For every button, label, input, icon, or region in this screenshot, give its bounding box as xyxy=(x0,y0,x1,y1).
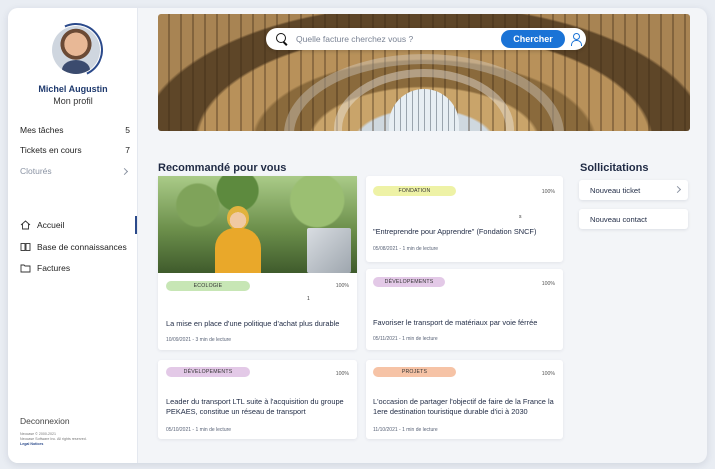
chevron-right-icon xyxy=(120,167,129,176)
card-marker: 1 xyxy=(307,296,310,302)
article-card[interactable]: DÉVELOPEMENTS 100% Favoriser le transpor… xyxy=(366,269,563,350)
folder-icon xyxy=(20,264,31,273)
nav-label: Base de connaissances xyxy=(37,242,127,252)
article-card[interactable]: DÉVELOPEMENTS 100% Leader du transport L… xyxy=(158,360,357,439)
article-card[interactable]: PROJETS 100% L'occasion de partager l'ob… xyxy=(366,360,563,439)
tag-badge: ECOLOGIE xyxy=(166,281,250,291)
chevron-right-icon xyxy=(673,185,682,194)
article-title: Favoriser le transport de matériaux par … xyxy=(373,318,538,327)
active-nav-indicator xyxy=(135,216,137,234)
legal-footer: Neocase © 2000-2021 Neocase Software Inc… xyxy=(20,432,87,447)
progress-percent: 100% xyxy=(541,371,555,377)
nav-label: Factures xyxy=(37,263,71,273)
article-meta: 11/10/2021 - 1 min de lecture xyxy=(373,427,438,433)
article-title: La mise en place d'une politique d'achat… xyxy=(166,319,340,328)
stat-my-tasks[interactable]: Mes tâches 5 xyxy=(20,125,130,135)
progress-percent: 100% xyxy=(541,189,555,195)
search-input[interactable] xyxy=(296,34,486,44)
article-meta: 10/09/2021 - 3 min de lecture xyxy=(166,337,232,343)
tag-badge: DÉVELOPEMENTS xyxy=(373,277,445,287)
stat-label: Mes tâches xyxy=(20,125,64,135)
solicitations-title: Sollicitations xyxy=(580,162,649,174)
tag-badge: PROJETS xyxy=(373,367,456,377)
progress-percent: 100% xyxy=(335,283,349,289)
stat-open-tickets[interactable]: Tickets en cours 7 xyxy=(20,145,130,155)
progress-percent: 100% xyxy=(335,371,349,377)
photo-person xyxy=(213,206,263,273)
article-card[interactable]: ECOLOGIE 100% 1 La mise en place d'une p… xyxy=(158,176,357,350)
logout-link[interactable]: Deconnexion xyxy=(20,416,70,426)
profile-link[interactable]: Mon profil xyxy=(8,96,138,106)
avatar[interactable] xyxy=(41,15,111,85)
nav-label: Accueil xyxy=(37,220,65,230)
tag-badge: DÉVELOPEMENTS xyxy=(166,367,250,377)
article-photo xyxy=(158,176,357,273)
card-marker: s xyxy=(519,214,522,220)
article-meta: 05/11/2021 - 1 min de lecture xyxy=(373,336,438,342)
stat-value: 7 xyxy=(125,145,130,155)
new-ticket-button[interactable]: Nouveau ticket xyxy=(579,180,688,200)
article-meta: 05/08/2021 - 1 min de lecture xyxy=(373,246,439,252)
new-contact-label: Nouveau contact xyxy=(590,214,647,224)
article-card[interactable]: FONDATION 100% s "Entreprendre pour Appr… xyxy=(366,176,563,262)
article-meta: 05/10/2021 - 1 min de lecture xyxy=(166,427,232,433)
sidebar: Michel Augustin Mon profil Mes tâches 5 … xyxy=(8,8,138,463)
app-frame: Michel Augustin Mon profil Mes tâches 5 … xyxy=(8,8,707,463)
article-title: Leader du transport LTL suite à l'acquis… xyxy=(166,397,344,416)
photo-laptop xyxy=(307,228,351,273)
home-icon xyxy=(20,220,31,230)
nav-item-invoices[interactable]: Factures xyxy=(20,263,138,273)
avatar-image xyxy=(52,26,100,74)
search-bar: Chercher xyxy=(266,28,586,50)
search-button[interactable]: Chercher xyxy=(501,30,565,48)
new-contact-button[interactable]: Nouveau contact xyxy=(579,209,688,229)
stat-label: Cloturés xyxy=(20,166,52,176)
stat-value: 5 xyxy=(125,125,130,135)
book-icon xyxy=(20,243,31,251)
article-title: L'occasion de partager l'objectif de fai… xyxy=(373,397,554,416)
recommended-title: Recommandé pour vous xyxy=(158,162,287,174)
tag-badge: FONDATION xyxy=(373,186,456,196)
search-icon xyxy=(276,33,288,45)
legal-notices-link[interactable]: Legal Notices xyxy=(20,442,87,447)
user-name: Michel Augustin xyxy=(38,84,108,94)
stat-label: Tickets en cours xyxy=(20,145,82,155)
new-ticket-label: Nouveau ticket xyxy=(590,185,641,195)
progress-percent: 100% xyxy=(541,281,555,287)
nav-item-knowledge-base[interactable]: Base de connaissances xyxy=(20,242,138,252)
stat-closed[interactable]: Cloturés xyxy=(20,166,130,176)
nav-item-home[interactable]: Accueil xyxy=(20,220,138,230)
user-icon[interactable] xyxy=(570,32,582,46)
article-title: "Entreprendre pour Apprendre" (Fondation… xyxy=(373,227,537,236)
